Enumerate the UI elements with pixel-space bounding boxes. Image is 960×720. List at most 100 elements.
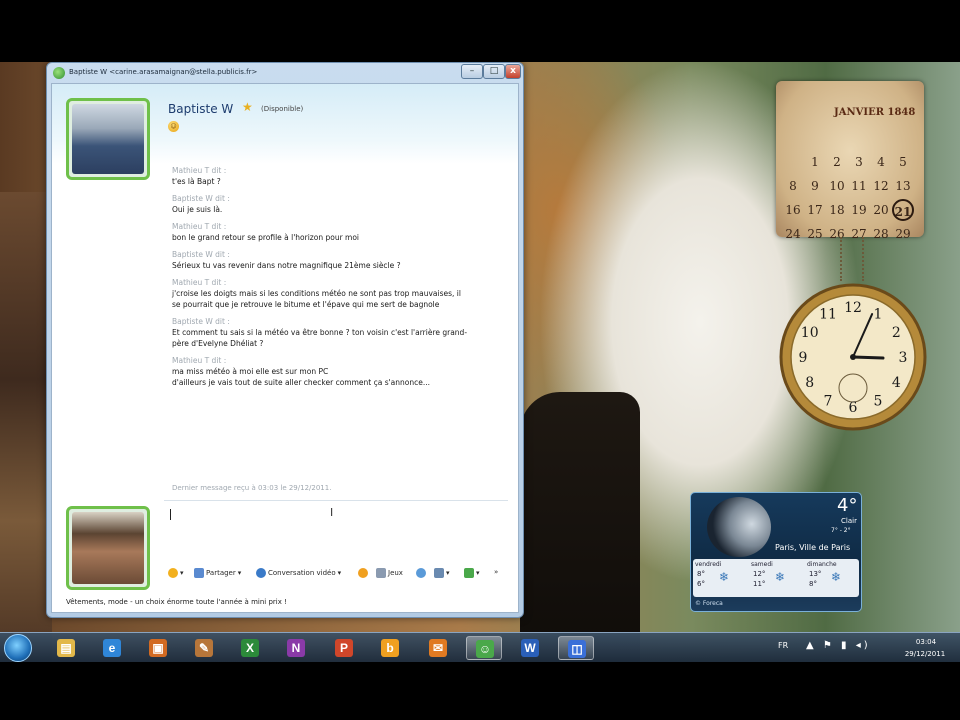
- taskbar-app-orange-button[interactable]: ▣: [140, 636, 176, 660]
- title-bar[interactable]: Baptiste W <carine.arasamaignan@stella.p…: [47, 63, 523, 83]
- my-avatar[interactable]: [66, 506, 150, 590]
- clock-time[interactable]: 03:04: [904, 638, 948, 646]
- calendar-day: 8: [789, 179, 797, 193]
- weather-gadget[interactable]: 4° Clair 7° - 2° Paris, Ville de Paris v…: [690, 492, 862, 612]
- forecast-day-name: vendredi: [695, 561, 722, 568]
- emoticon-icon: [168, 568, 178, 578]
- last-received-notice: Dernier message reçu à 03:03 le 29/12/20…: [172, 484, 332, 492]
- share-button[interactable]: Partager ▾: [194, 568, 241, 578]
- clock-numeral: 2: [892, 325, 901, 341]
- message-text: père d'Evelyne Dhéliat ?: [172, 339, 264, 348]
- calendar-day: 3: [855, 155, 863, 169]
- emoticon-button[interactable]: ▾: [168, 568, 184, 578]
- clock-gadget[interactable]: 12 12 3 45678 9 1011: [778, 282, 928, 432]
- clock-numeral: 8: [805, 375, 814, 391]
- forecast-day: dimanche 13° 8° ❄: [807, 561, 861, 588]
- app-orange-icon: ▣: [149, 639, 167, 657]
- taskbar-onenote-button[interactable]: N: [278, 636, 314, 660]
- taskbar-internet-explorer-button[interactable]: e: [94, 636, 130, 660]
- messenger-window: Baptiste W <carine.arasamaignan@stella.p…: [46, 62, 524, 618]
- messenger-icon: [53, 67, 65, 79]
- calendar-day: 5: [899, 155, 907, 169]
- games-icon: [376, 568, 386, 578]
- taskbar-app-mail-button[interactable]: ✉: [420, 636, 456, 660]
- system-tray[interactable]: ▲ ⚑ ▮ ◂): [806, 640, 871, 651]
- video-call-button[interactable]: Conversation vidéo ▾: [256, 568, 341, 578]
- clock-numeral: 1: [874, 307, 883, 323]
- app-mail-icon: ✉: [429, 639, 447, 657]
- calendar-title: JANVIER 1848: [834, 107, 916, 118]
- clock-numeral: 12: [844, 300, 862, 316]
- screen: Baptiste W <carine.arasamaignan@stella.p…: [0, 0, 960, 720]
- star-icon[interactable]: ★: [242, 100, 253, 114]
- calendar-day: 9: [811, 179, 819, 193]
- taskbar-excel-button[interactable]: X: [232, 636, 268, 660]
- clock-date[interactable]: 29/12/2011: [900, 650, 950, 658]
- calendar-day: 12: [873, 179, 889, 193]
- more-button[interactable]: »: [494, 568, 498, 576]
- internet-explorer-icon: e: [103, 639, 121, 657]
- font-button[interactable]: ▾: [434, 568, 450, 578]
- close-button[interactable]: x: [505, 64, 521, 79]
- forecast-high: 13°: [809, 570, 822, 578]
- clock-numeral: 11: [819, 307, 837, 323]
- message-input[interactable]: I: [164, 500, 508, 556]
- forecast-day: samedi 12° 11° ❄: [751, 561, 805, 588]
- taskbar-app-b-button[interactable]: b: [372, 636, 408, 660]
- taskbar-app-tools-button[interactable]: ✎: [186, 636, 222, 660]
- taskbar-messenger-button[interactable]: ☺: [466, 636, 502, 660]
- calendar-day: 24: [785, 227, 801, 241]
- clock-numeral: 9: [799, 350, 808, 366]
- contact-name[interactable]: Baptiste W: [168, 102, 233, 116]
- calendar-day: 11: [851, 179, 867, 193]
- minimize-button[interactable]: –: [461, 64, 483, 79]
- message-item: Baptiste W dit : Et comment tu sais si la…: [172, 317, 512, 349]
- message-text: t'es là Bapt ?: [172, 177, 221, 186]
- message-text: se pourrait que je retrouve le bitume et…: [172, 300, 440, 309]
- taskbar-powerpoint-button[interactable]: P: [326, 636, 362, 660]
- forecast-low: 8°: [809, 580, 817, 588]
- compose-toolbar: ▾ Partager ▾ Conversation vidéo ▾ Jeux ▾…: [168, 568, 512, 582]
- share-label: Partager: [206, 569, 236, 577]
- taskbar-word-button[interactable]: W: [512, 636, 548, 660]
- nudge-button[interactable]: [416, 568, 426, 578]
- weather-city: Paris, Ville de Paris: [775, 543, 851, 552]
- background-button[interactable]: ▾: [464, 568, 480, 578]
- calendar-day: 10: [829, 179, 845, 193]
- clock-numeral: 6: [849, 400, 858, 416]
- forecast-high: 12°: [753, 570, 766, 578]
- contact-status: (Disponible): [261, 105, 304, 113]
- taskbar: ▤ e ▣ ✎ X N Pb ✉ ☺ W ◫ FR ▲ ⚑ ▮ ◂) 03:04 29/12/201…: [0, 632, 960, 662]
- share-icon: [194, 568, 204, 578]
- maximize-button[interactable]: □: [483, 64, 505, 79]
- calendar-day: 19: [851, 203, 867, 217]
- weather-source[interactable]: © Foreca: [695, 600, 723, 607]
- wink-button[interactable]: [358, 568, 368, 578]
- forecast-strip: vendredi 8° 6° ❄ samedi 12° 11° ❄ dimanche 13° 8° ❄: [693, 559, 859, 597]
- message-item: Mathieu T dit : bon le grand retour se pr…: [172, 222, 512, 243]
- hour-hand: [851, 355, 885, 360]
- message-sender: Baptiste W dit :: [172, 194, 230, 203]
- message-text: j'croise les doigts mais si les conditio…: [172, 289, 461, 298]
- calendar-gadget[interactable]: JANVIER 1848 1 2 3 4 5 8 9 10 11 12 13 16 17 18 19 20 21…: [776, 81, 924, 241]
- ad-banner[interactable]: Vêtements, mode - un choix énorme toute …: [66, 598, 287, 606]
- message-item: Mathieu T dit : j'croise les doigts mais …: [172, 278, 512, 310]
- font-icon: [434, 568, 444, 578]
- language-indicator[interactable]: FR: [778, 641, 788, 650]
- text-caret: [170, 509, 171, 520]
- message-item: Mathieu T dit : t'es là Bapt ?: [172, 166, 512, 187]
- current-temperature: 4°: [837, 495, 858, 516]
- start-button[interactable]: [4, 634, 32, 662]
- temperature-range: 7° - 2°: [831, 527, 851, 534]
- word-icon: W: [521, 639, 539, 657]
- wink-icon: [358, 568, 368, 578]
- calendar-grid: 1 2 3 4 5 8 9 10 11 12 13 16 17 18 19 20 21 24 25 26 27 28 29: [782, 127, 916, 245]
- taskbar-app-blue-button[interactable]: ◫: [558, 636, 594, 660]
- message-sender: Baptiste W dit :: [172, 317, 230, 326]
- excel-icon: X: [241, 639, 259, 657]
- calendar-day: 1: [811, 155, 819, 169]
- contact-avatar[interactable]: [66, 98, 150, 180]
- taskbar-explorer-button[interactable]: ▤: [48, 636, 84, 660]
- games-button[interactable]: Jeux: [376, 568, 403, 578]
- contact-photo: [72, 104, 144, 174]
